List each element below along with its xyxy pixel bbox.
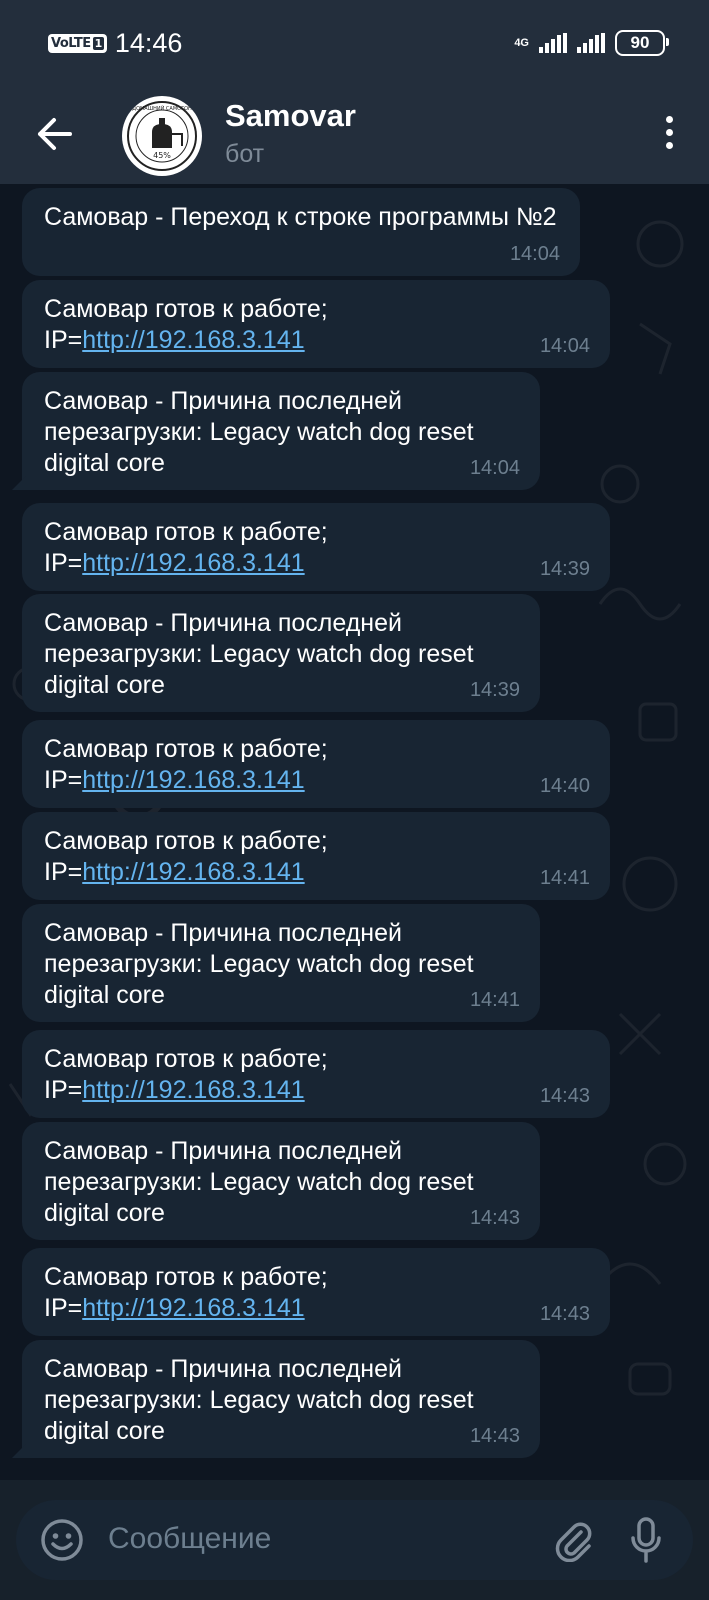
message-text: Самовар - Переход к строке программы №2 bbox=[44, 202, 560, 233]
message-bubble[interactable]: Самовар - Причина последней перезагрузки… bbox=[22, 594, 540, 712]
emoji-icon[interactable] bbox=[40, 1518, 84, 1562]
status-left: VoLTE 1 14:46 bbox=[48, 28, 182, 59]
message-text: Самовар - Причина последней перезагрузки… bbox=[44, 608, 520, 701]
status-time: 14:46 bbox=[114, 28, 183, 58]
message-body: Самовар - Причина последней перезагрузки… bbox=[44, 1137, 481, 1227]
message-body: Самовар - Причина последней перезагрузки… bbox=[44, 919, 481, 1009]
message-text: Самовар - Причина последней перезагрузки… bbox=[44, 1354, 520, 1447]
chat-title[interactable]: Samovar bbox=[225, 98, 356, 134]
message-text: Самовар готов к работе; IP=http://192.16… bbox=[44, 734, 590, 796]
message-bubble[interactable]: Самовар - Причина последней перезагрузки… bbox=[22, 1340, 540, 1458]
message-link[interactable]: http://192.168.3.141 bbox=[82, 549, 304, 577]
message-bubble[interactable]: Самовар готов к работе; IP=http://192.16… bbox=[22, 1030, 610, 1118]
message-time: 14:43 bbox=[469, 1425, 520, 1447]
svg-text:ДОМАШНИЙ САМОГОН: ДОМАШНИЙ САМОГОН bbox=[132, 105, 192, 112]
message-text: Самовар готов к работе; IP=http://192.16… bbox=[44, 294, 590, 356]
back-arrow-icon[interactable] bbox=[34, 114, 74, 154]
message-bubble[interactable]: Самовар - Переход к строке программы №2 1… bbox=[22, 188, 580, 276]
battery-icon: 90 bbox=[615, 30, 669, 56]
paperclip-icon[interactable] bbox=[551, 1518, 595, 1562]
message-bubble[interactable]: Самовар готов к работе; IP=http://192.16… bbox=[22, 503, 610, 591]
message-time: 14:43 bbox=[539, 1303, 590, 1325]
message-bubble[interactable]: Самовар - Причина последней перезагрузки… bbox=[22, 372, 540, 490]
message-bubble[interactable]: Самовар - Причина последней перезагрузки… bbox=[22, 1122, 540, 1240]
samogon-logo-icon: 45% ДОМАШНИЙ САМОГОН bbox=[127, 101, 197, 171]
message-input[interactable]: Сообщение bbox=[108, 1522, 271, 1556]
bot-avatar[interactable]: 45% ДОМАШНИЙ САМОГОН bbox=[122, 96, 202, 176]
message-text: Самовар готов к работе; IP=http://192.16… bbox=[44, 1044, 590, 1106]
message-link[interactable]: http://192.168.3.141 bbox=[82, 766, 304, 794]
chat-subtitle: бот bbox=[225, 140, 265, 168]
signal-icon bbox=[539, 33, 567, 53]
volte-label: VoLTE bbox=[51, 36, 91, 51]
message-body: Самовар - Переход к строке программы №2 bbox=[44, 203, 557, 231]
message-text: Самовар готов к работе; IP=http://192.16… bbox=[44, 517, 590, 579]
network-type: 4G bbox=[514, 36, 529, 49]
message-text: Самовар готов к работе; IP=http://192.16… bbox=[44, 826, 590, 888]
message-bubble[interactable]: Самовар готов к работе; IP=http://192.16… bbox=[22, 812, 610, 900]
status-right: 4G 90 bbox=[514, 30, 669, 56]
message-body: Самовар - Причина последней перезагрузки… bbox=[44, 387, 481, 477]
message-list[interactable]: HomeDistiller.ru Самовар - Переход к стр… bbox=[0, 184, 709, 1480]
message-time: 14:41 bbox=[539, 867, 590, 889]
message-time: 14:43 bbox=[469, 1207, 520, 1229]
status-bar: VoLTE 1 14:46 4G 90 bbox=[0, 0, 709, 88]
message-link[interactable]: http://192.168.3.141 bbox=[82, 1076, 304, 1104]
volte-icon: VoLTE 1 bbox=[48, 34, 107, 53]
message-text: Самовар - Причина последней перезагрузки… bbox=[44, 1136, 520, 1229]
message-time: 14:04 bbox=[509, 243, 560, 265]
battery-level: 90 bbox=[630, 33, 650, 52]
message-text: Самовар - Причина последней перезагрузки… bbox=[44, 918, 520, 1011]
message-link[interactable]: http://192.168.3.141 bbox=[82, 858, 304, 886]
message-body: Самовар - Причина последней перезагрузки… bbox=[44, 609, 481, 699]
sim-slot-label: 1 bbox=[92, 37, 104, 50]
message-time: 14:04 bbox=[469, 457, 520, 479]
message-time: 14:40 bbox=[539, 775, 590, 797]
message-bubble[interactable]: Самовар готов к работе; IP=http://192.16… bbox=[22, 1248, 610, 1336]
message-time: 14:43 bbox=[539, 1085, 590, 1107]
message-time: 14:39 bbox=[539, 558, 590, 580]
message-time: 14:41 bbox=[469, 989, 520, 1011]
microphone-icon[interactable] bbox=[629, 1516, 663, 1564]
chat-header: 45% ДОМАШНИЙ САМОГОН Samovar бот bbox=[0, 88, 709, 184]
message-time: 14:04 bbox=[539, 335, 590, 357]
message-link[interactable]: http://192.168.3.141 bbox=[82, 1294, 304, 1322]
message-bubble[interactable]: Самовар готов к работе; IP=http://192.16… bbox=[22, 280, 610, 368]
message-bubble[interactable]: Самовар готов к работе; IP=http://192.16… bbox=[22, 720, 610, 808]
svg-text:45%: 45% bbox=[153, 151, 171, 160]
message-bubble[interactable]: Самовар - Причина последней перезагрузки… bbox=[22, 904, 540, 1022]
message-time: 14:39 bbox=[469, 679, 520, 701]
message-body: Самовар - Причина последней перезагрузки… bbox=[44, 1355, 481, 1445]
message-text: Самовар готов к работе; IP=http://192.16… bbox=[44, 1262, 590, 1324]
message-link[interactable]: http://192.168.3.141 bbox=[82, 326, 304, 354]
message-composer: Сообщение bbox=[16, 1500, 693, 1580]
signal-icon-2 bbox=[577, 33, 605, 53]
more-options-icon[interactable] bbox=[663, 116, 675, 156]
message-text: Самовар - Причина последней перезагрузки… bbox=[44, 386, 520, 479]
